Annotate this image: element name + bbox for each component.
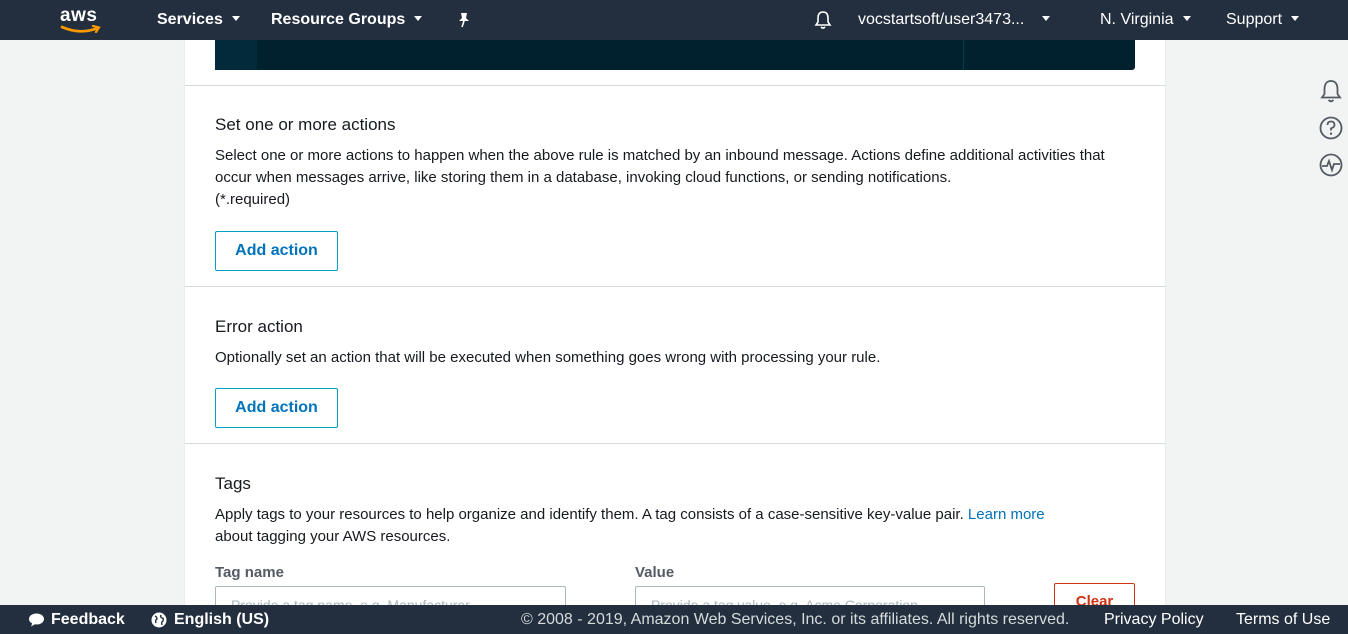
services-menu[interactable]: Services <box>157 0 240 40</box>
tags-description-text: Apply tags to your resources to help org… <box>215 506 968 523</box>
footer: Feedback English (US) © 2008 - 2019, Ama… <box>0 605 1348 634</box>
error-action-section: Error action Optionally set an action th… <box>185 286 1165 443</box>
header-bar-segment <box>215 40 257 70</box>
required-note: (*.required) <box>215 191 291 208</box>
learn-more-link[interactable]: Learn more <box>968 506 1045 523</box>
actions-description: Select one or more actions to happen whe… <box>215 145 1135 211</box>
terms-of-use-link[interactable]: Terms of Use <box>1236 605 1330 634</box>
main-panel: Set one or more actions Select one or mo… <box>184 40 1166 605</box>
speech-bubble-icon <box>29 613 44 627</box>
globe-icon <box>151 612 167 628</box>
resource-groups-menu[interactable]: Resource Groups <box>271 0 423 40</box>
error-action-title: Error action <box>215 317 303 336</box>
support-label: Support <box>1226 11 1283 28</box>
actions-title: Set one or more actions <box>215 115 396 134</box>
region-label: N. Virginia <box>1100 11 1174 28</box>
feedback-label: Feedback <box>51 611 125 628</box>
tags-section: Tags Apply tags to your resources to hel… <box>185 443 1165 605</box>
tags-description-tail: about tagging your AWS resources. <box>215 528 451 545</box>
aws-logo[interactable]: aws <box>58 5 104 35</box>
account-menu[interactable]: vocstartsoft/user3473... <box>858 0 1051 40</box>
help-icon[interactable] <box>1318 115 1344 141</box>
chevron-down-icon <box>1042 16 1051 22</box>
services-label: Services <box>157 11 223 28</box>
language-selector[interactable]: English (US) <box>151 605 269 634</box>
add-action-button[interactable]: Add action <box>215 231 338 271</box>
value-label: Value <box>635 564 675 581</box>
tag-value-input[interactable]: Provide a tag value, e.g. Acme Corporati… <box>635 586 985 605</box>
tags-title: Tags <box>215 474 251 493</box>
chevron-down-icon <box>1182 16 1191 22</box>
health-icon[interactable] <box>1318 152 1344 178</box>
support-menu[interactable]: Support <box>1226 0 1300 40</box>
notifications-icon[interactable] <box>1318 78 1344 104</box>
actions-description-text: Select one or more actions to happen whe… <box>215 147 1105 186</box>
chevron-down-icon <box>414 16 423 22</box>
language-label: English (US) <box>174 611 270 628</box>
resource-groups-label: Resource Groups <box>271 11 406 28</box>
header-bar <box>215 40 1135 70</box>
aws-smile-icon <box>60 25 101 34</box>
account-label: vocstartsoft/user3473... <box>858 11 1025 28</box>
tags-description: Apply tags to your resources to help org… <box>215 504 1135 548</box>
actions-section: Set one or more actions Select one or mo… <box>185 85 1165 286</box>
error-action-description: Optionally set an action that will be ex… <box>215 349 881 366</box>
aws-logo-text: aws <box>60 5 98 26</box>
bell-icon[interactable] <box>814 0 832 40</box>
header-bar-divider <box>963 40 964 70</box>
add-error-action-button[interactable]: Add action <box>215 388 338 428</box>
feedback-link[interactable]: Feedback <box>28 605 125 634</box>
region-menu[interactable]: N. Virginia <box>1100 0 1191 40</box>
tag-name-input[interactable]: Provide a tag name, e.g. Manufacturer <box>215 586 566 605</box>
chevron-down-icon <box>1291 16 1300 22</box>
pin-icon[interactable] <box>457 0 471 40</box>
tag-name-label: Tag name <box>215 564 284 581</box>
privacy-policy-link[interactable]: Privacy Policy <box>1104 605 1204 634</box>
top-nav: aws Services Resource Groups vocstartsof… <box>0 0 1348 40</box>
chevron-down-icon <box>231 16 240 22</box>
copyright-text: © 2008 - 2019, Amazon Web Services, Inc.… <box>521 611 1070 628</box>
clear-button[interactable]: Clear <box>1054 583 1135 605</box>
